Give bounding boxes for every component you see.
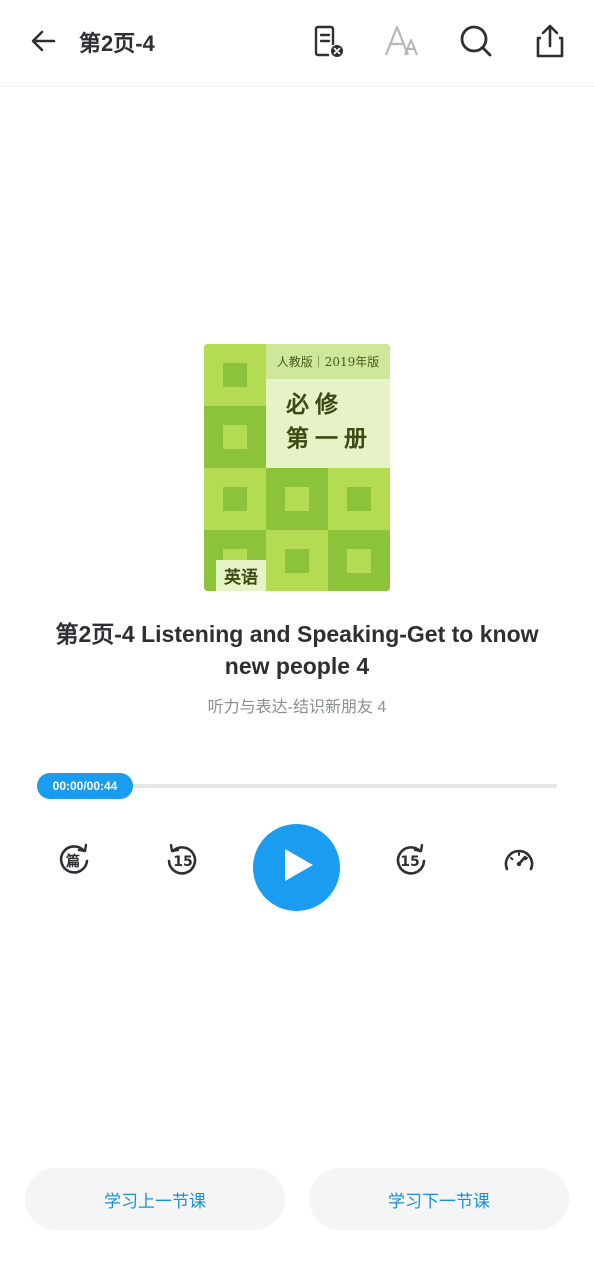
font-size-icon xyxy=(383,23,421,64)
back-arrow-icon xyxy=(29,27,57,60)
document-close-button[interactable] xyxy=(310,24,346,62)
play-icon xyxy=(279,846,315,889)
cover-edition-band: 人教版｜2019年版 xyxy=(266,344,390,379)
forward-15-button[interactable]: 15 xyxy=(387,838,435,886)
rewind-15-icon: 15 xyxy=(164,842,200,883)
search-icon xyxy=(458,23,494,64)
document-close-icon xyxy=(311,23,345,64)
cover-edition: 人教版｜2019年版 xyxy=(276,355,380,369)
chapter-label: 篇 xyxy=(65,853,80,870)
forward-label: 15 xyxy=(400,854,419,870)
rewind-15-button[interactable]: 15 xyxy=(158,838,206,886)
progress-thumb[interactable]: 00:00/00:44 xyxy=(37,773,133,799)
cover-title-line2: 第一册 xyxy=(286,425,373,452)
next-lesson-button[interactable]: 学习下一节课 xyxy=(309,1168,569,1230)
playback-speed-button[interactable] xyxy=(495,838,543,886)
play-button[interactable] xyxy=(253,824,340,911)
cover-title: 必修 第一册 xyxy=(286,388,373,456)
previous-lesson-button[interactable]: 学习上一节课 xyxy=(25,1168,285,1230)
share-button[interactable] xyxy=(532,24,568,62)
forward-15-icon: 15 xyxy=(393,842,429,883)
cover-title-line1: 必修 xyxy=(286,391,344,418)
cover-subject: 英语 xyxy=(216,560,266,591)
speedometer-icon xyxy=(501,842,537,883)
top-bar: 第2页-4 xyxy=(0,0,594,87)
font-size-button[interactable] xyxy=(384,24,420,62)
chapter-repeat-button[interactable]: 篇 xyxy=(50,838,98,886)
lesson-title: 第2页-4 Listening and Speaking-Get to know… xyxy=(55,621,539,679)
lesson-subtitle: 听力与表达-结识新朋友 4 xyxy=(207,699,387,716)
back-button[interactable] xyxy=(26,26,60,60)
rewind-label: 15 xyxy=(173,854,192,870)
search-button[interactable] xyxy=(458,24,494,62)
page-title: 第2页-4 xyxy=(79,31,155,56)
share-icon xyxy=(532,22,568,65)
chapter-repeat-icon: 篇 xyxy=(56,842,92,883)
